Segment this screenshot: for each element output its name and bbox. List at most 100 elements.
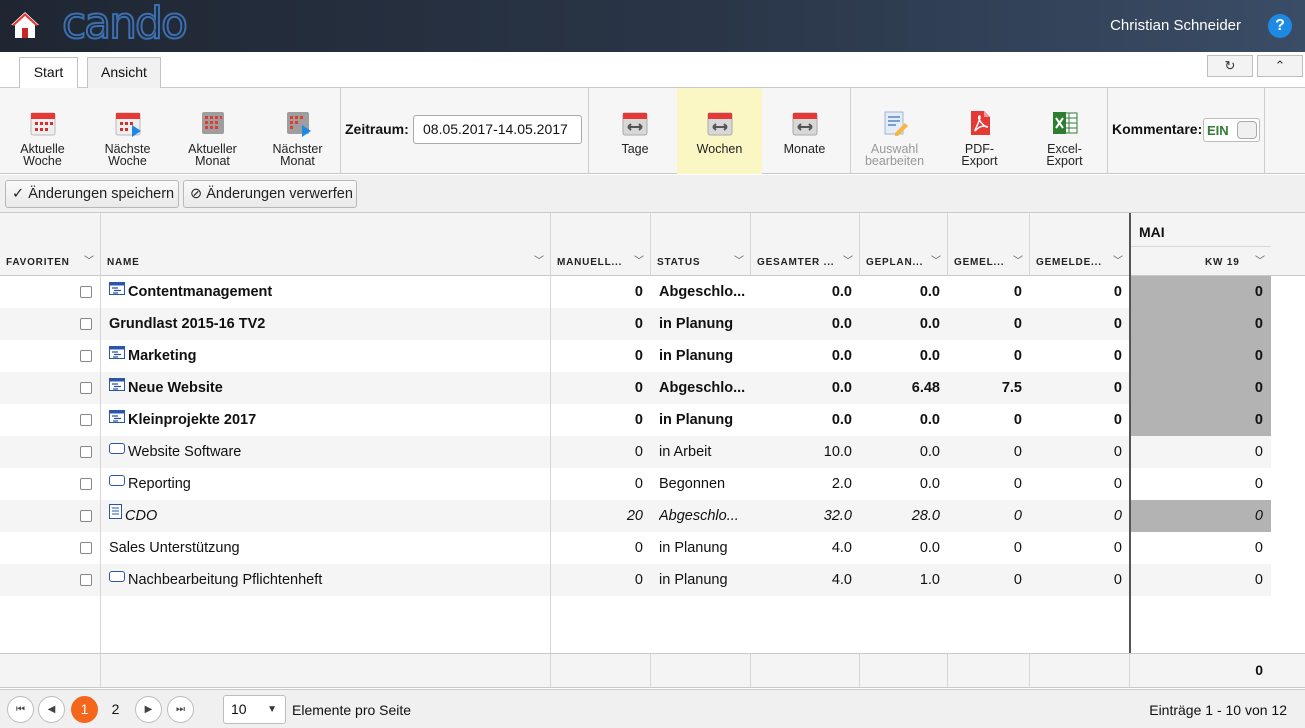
favorite-checkbox[interactable] — [80, 510, 92, 522]
favorite-checkbox[interactable] — [80, 542, 92, 554]
table-row[interactable]: Grundlast 2015-16 TV2 0 in Planung 0.0 0.0 0 0… — [0, 308, 1271, 340]
prev-page-button[interactable]: ◀ — [38, 696, 65, 723]
cell-kw19[interactable]: 0 — [1130, 308, 1271, 340]
favorite-checkbox[interactable] — [80, 574, 92, 586]
scale-days-button[interactable]: Tage — [593, 88, 677, 174]
column-header-manuell[interactable]: MANUELL... ﹀ — [551, 213, 651, 276]
table-row[interactable]: Nachbearbeitung Pflichtenheft 0 in Planung… — [0, 564, 1271, 596]
cell-kw19[interactable]: 0 — [1130, 468, 1271, 500]
next-week-button[interactable]: Nächste Woche — [85, 88, 170, 174]
column-header-geplant[interactable]: GEPLAN... ﹀ — [860, 213, 948, 276]
help-icon[interactable]: ? — [1268, 14, 1292, 38]
row-name[interactable]: Neue Website — [109, 372, 539, 404]
page-2-button[interactable]: 2 — [102, 696, 129, 723]
column-header-favoriten[interactable]: FAVORITEN ﹀ — [0, 213, 101, 276]
excel-export-button[interactable]: Excel- Export — [1022, 88, 1107, 174]
page-size-value: 10 — [231, 701, 247, 717]
collapse-ribbon-button[interactable]: ⌃ — [1257, 55, 1303, 77]
column-header-kw[interactable]: KW 19 ﹀ — [1130, 247, 1271, 276]
current-week-button[interactable]: Aktuelle Woche — [0, 88, 85, 174]
table-row[interactable]: Contentmanagement 0 Abgeschlo... 0.0 0.0 0 0 0 — [0, 276, 1271, 308]
table-row[interactable]: CDO 20 Abgeschlo... 32.0 28.0 0 0 0 — [0, 500, 1271, 532]
cell-manuell[interactable]: 0 — [551, 532, 643, 564]
cell-kw19[interactable]: 0 — [1130, 372, 1271, 404]
table-row[interactable]: Marketing 0 in Planung 0.0 0.0 0 0 0 — [0, 340, 1271, 372]
chevron-down-icon[interactable]: ﹀ — [1255, 252, 1265, 267]
column-header-gemeldete[interactable]: GEMELDE... ﹀ — [1030, 213, 1130, 276]
cell-kw19[interactable]: 0 — [1130, 340, 1271, 372]
column-header-gesamter[interactable]: GESAMTER ... ﹀ — [751, 213, 860, 276]
table-row[interactable]: Reporting 0 Begonnen 2.0 0.0 0 0 0 — [0, 468, 1271, 500]
cell-manuell[interactable]: 0 — [551, 308, 643, 340]
favorite-checkbox[interactable] — [80, 318, 92, 330]
row-name[interactable]: Nachbearbeitung Pflichtenheft — [109, 564, 539, 596]
chevron-down-icon[interactable]: ﹀ — [734, 252, 744, 267]
toggle-knob[interactable] — [1237, 121, 1257, 139]
chevron-down-icon[interactable]: ﹀ — [843, 252, 853, 267]
save-changes-button[interactable]: ✓ Änderungen speichern — [5, 180, 179, 208]
table-row[interactable]: Neue Website 0 Abgeschlo... 0.0 6.48 7.5 0 0 — [0, 372, 1271, 404]
row-name[interactable]: Kleinprojekte 2017 — [109, 404, 539, 436]
favorite-checkbox[interactable] — [80, 478, 92, 490]
cell-status: Abgeschlo... — [659, 380, 746, 396]
kommentare-toggle[interactable]: EIN — [1203, 118, 1260, 142]
favorite-checkbox[interactable] — [80, 382, 92, 394]
refresh-button[interactable]: ↻ — [1207, 55, 1253, 77]
next-page-button[interactable]: ▶ — [135, 696, 162, 723]
row-name[interactable]: Marketing — [109, 340, 539, 372]
page-1-button[interactable]: 1 — [71, 696, 98, 723]
cell-manuell[interactable]: 0 — [551, 340, 643, 372]
first-page-button[interactable]: ⏮ — [7, 696, 34, 723]
home-icon[interactable] — [10, 10, 40, 40]
chevron-down-icon[interactable]: ﹀ — [931, 252, 941, 267]
chevron-down-icon[interactable]: ﹀ — [1113, 252, 1123, 267]
favorite-checkbox[interactable] — [80, 446, 92, 458]
last-page-button[interactable]: ⏭ — [167, 696, 194, 723]
column-header-name[interactable]: NAME ﹀ — [101, 213, 551, 276]
column-header-gemeldet[interactable]: GEMEL... ﹀ — [948, 213, 1030, 276]
chevron-down-icon[interactable]: ﹀ — [84, 252, 94, 267]
page-size-select[interactable]: 10 ▼ — [223, 695, 286, 724]
user-name[interactable]: Christian Schneider — [1110, 17, 1241, 34]
cell-kw19[interactable]: 0 — [1130, 436, 1271, 468]
scale-months-button[interactable]: Monate — [762, 88, 847, 174]
zeitraum-input[interactable]: 08.05.2017-14.05.2017 — [413, 115, 582, 144]
table-row[interactable]: Sales Unterstützung 0 in Planung 4.0 0.0 0 0 0 — [0, 532, 1271, 564]
column-label: GESAMTER ... — [757, 257, 835, 268]
favorite-checkbox[interactable] — [80, 350, 92, 362]
tab-ansicht[interactable]: Ansicht — [87, 57, 161, 88]
current-month-button[interactable]: Aktueller Monat — [170, 88, 255, 174]
favorite-checkbox[interactable] — [80, 414, 92, 426]
cell-kw19[interactable]: 0 — [1130, 564, 1271, 596]
cell-kw19[interactable]: 0 — [1130, 500, 1271, 532]
row-name[interactable]: Website Software — [109, 436, 539, 468]
row-name[interactable]: Grundlast 2015-16 TV2 — [109, 308, 539, 340]
edit-selection-button[interactable]: Auswahl bearbeiten — [852, 88, 937, 174]
table-row[interactable]: Kleinprojekte 2017 0 in Planung 0.0 0.0 0 0 0 — [0, 404, 1271, 436]
cell-kw19[interactable]: 0 — [1130, 532, 1271, 564]
cell-manuell[interactable]: 0 — [551, 564, 643, 596]
scale-weeks-button[interactable]: Wochen — [677, 88, 762, 174]
cell-manuell[interactable]: 0 — [551, 276, 643, 308]
chevron-down-icon[interactable]: ﹀ — [1013, 252, 1023, 267]
cell-manuell[interactable]: 0 — [551, 468, 643, 500]
row-name[interactable]: Reporting — [109, 468, 539, 500]
cell-manuell[interactable]: 20 — [551, 500, 643, 532]
cell-manuell[interactable]: 0 — [551, 372, 643, 404]
cell-manuell[interactable]: 0 — [551, 404, 643, 436]
favorite-checkbox[interactable] — [80, 286, 92, 298]
table-row[interactable]: Website Software 0 in Arbeit 10.0 0.0 0 0 0 — [0, 436, 1271, 468]
column-header-status[interactable]: STATUS ﹀ — [651, 213, 751, 276]
row-name[interactable]: CDO — [109, 500, 539, 532]
discard-changes-button[interactable]: ⊘ Änderungen verwerfen — [183, 180, 357, 208]
cell-manuell[interactable]: 0 — [551, 436, 643, 468]
chevron-down-icon[interactable]: ﹀ — [634, 252, 644, 267]
pdf-export-button[interactable]: PDF- Export — [937, 88, 1022, 174]
row-name[interactable]: Sales Unterstützung — [109, 532, 539, 564]
cell-kw19[interactable]: 0 — [1130, 276, 1271, 308]
tab-start[interactable]: Start — [19, 57, 78, 89]
row-name[interactable]: Contentmanagement — [109, 276, 539, 308]
cell-kw19[interactable]: 0 — [1130, 404, 1271, 436]
chevron-down-icon[interactable]: ﹀ — [534, 252, 544, 267]
next-month-button[interactable]: Nächster Monat — [255, 88, 340, 174]
